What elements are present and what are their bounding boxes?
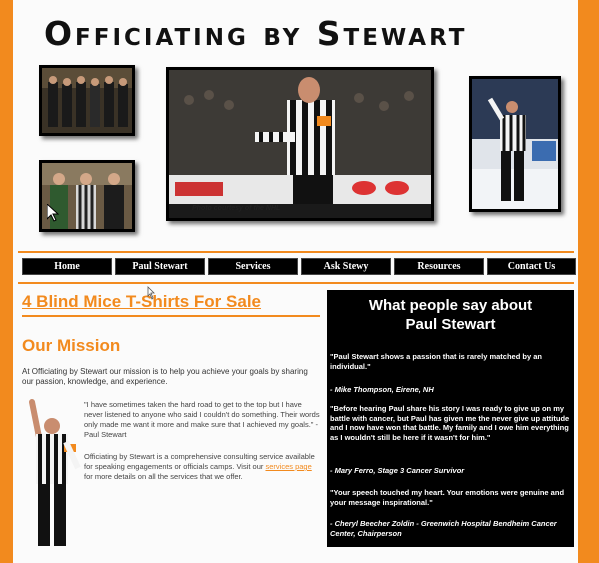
- site-title: Officiating by Stewart: [44, 14, 468, 53]
- text-cursor-icon: [146, 286, 156, 305]
- main-navigation: Home Paul Stewart Services Ask Stewy Res…: [22, 258, 576, 276]
- services-text-after: for more details on all the services tha…: [84, 472, 243, 481]
- mission-text: At Officiating by Stewart our mission is…: [22, 367, 308, 386]
- main-referee-photo: [166, 67, 434, 221]
- header-divider: [18, 251, 574, 253]
- mission-heading: Our Mission: [22, 336, 121, 355]
- right-orange-border: [578, 0, 599, 563]
- mouse-cursor-arrow-icon: [46, 202, 60, 227]
- left-orange-border: [0, 0, 13, 563]
- testimonials-heading: What people say about Paul Stewart: [327, 296, 574, 334]
- testimonial-author: - Cheryl Beecher Zoldin - Greenwich Hosp…: [330, 519, 557, 538]
- nav-ask-stewy[interactable]: Ask Stewy: [301, 258, 391, 275]
- nav-services[interactable]: Services: [208, 258, 298, 275]
- testimonial-author: - Mary Ferro, Stage 3 Cancer Survivor: [330, 466, 465, 475]
- nav-paul-stewart[interactable]: Paul Stewart: [115, 258, 205, 275]
- referee-illustration: [22, 398, 82, 550]
- services-page-link[interactable]: services page: [265, 462, 311, 471]
- testimonial-quote: "Your speech touched my heart. Your emot…: [330, 488, 565, 507]
- photo-caption: Photo courtesy of the NHL: [192, 205, 281, 212]
- group-photo-top-left: [39, 65, 135, 136]
- nav-home[interactable]: Home: [22, 258, 112, 275]
- testimonial-quote: "Paul Stewart shows a passion that is ra…: [330, 352, 542, 371]
- testimonials-panel: What people say about Paul Stewart "Paul…: [327, 290, 574, 547]
- services-description: Officiating by Stewart is a comprehensiv…: [84, 452, 322, 482]
- sale-underline-divider: [22, 315, 320, 317]
- nav-contact-us[interactable]: Contact Us: [487, 258, 576, 275]
- testimonials-heading-line2: Paul Stewart: [405, 316, 496, 333]
- right-referee-photo: [469, 76, 561, 212]
- nav-resources[interactable]: Resources: [394, 258, 484, 275]
- testimonials-heading-line1: What people say about: [368, 297, 533, 314]
- nav-divider: [18, 282, 574, 284]
- testimonial-quote: "Before hearing Paul share his story I w…: [330, 404, 570, 442]
- t-shirts-sale-link[interactable]: 4 Blind Mice T-Shirts For Sale: [22, 292, 261, 312]
- testimonial-author: - Mike Thompson, Eirene, NH: [330, 385, 434, 394]
- paul-stewart-quote: "I have sometimes taken the hard road to…: [84, 400, 320, 439]
